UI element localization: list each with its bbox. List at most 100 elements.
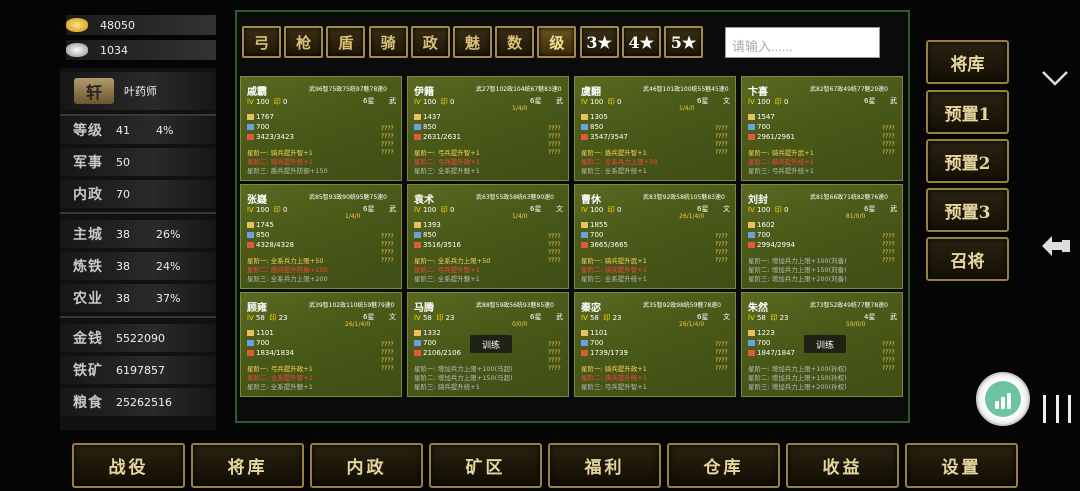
filter-tab[interactable]: 4★	[621, 26, 661, 58]
stat-value: 50	[116, 155, 130, 169]
general-card[interactable]: 马腾 武88智59政56统93魅85速0 lV 58 印 23 6星 武 0/0/0 133…	[407, 292, 569, 397]
general-card[interactable]: 刘封 武81智66政71统82魅76速0 lV 100 印 0 6星 武 81/0/0 16…	[741, 184, 903, 289]
bottom-nav-button[interactable]: 设置	[905, 443, 1018, 488]
skill-line: 星阶二: 增加兵力上限+150(刘备)	[748, 266, 847, 274]
general-card[interactable]: 袁术 武63智55政58统63魅90速0 lV 100 印 0 6星 文 1/4/0 139…	[407, 184, 569, 289]
general-card[interactable]: 虞翻 武46智101政100统55魅45速0 lV 100 印 0 6星 文 1/4/0 1…	[574, 76, 736, 181]
star-rank: 6星	[530, 205, 542, 213]
shield-icon	[748, 124, 755, 130]
bottom-nav-button[interactable]: 矿区	[429, 443, 542, 488]
general-card[interactable]: 卞喜 武82智67政49统77魅29速0 lV 100 印 0 6星 武 1547 700 2…	[741, 76, 903, 181]
filter-tab[interactable]: 弓	[242, 26, 281, 58]
general-card[interactable]: 顾雍 武39智102政110统59魅79速0 lV 58 印 23 6星文 26/1/4…	[240, 292, 402, 397]
filter-tab[interactable]: 5★	[664, 26, 703, 58]
troop-value: 1847/1847	[757, 349, 795, 357]
side-menu-button[interactable]: 召将	[926, 237, 1009, 281]
stat-row: 金钱 5522090	[60, 324, 216, 352]
bottom-nav-button[interactable]: 战役	[72, 443, 185, 488]
filter-tab[interactable]: 骑	[368, 26, 408, 58]
unknown-value: ????	[715, 233, 728, 240]
chevron-down-icon[interactable]	[1040, 68, 1070, 88]
sword-icon	[247, 330, 254, 336]
sword-icon	[414, 330, 421, 336]
sword-icon	[581, 330, 588, 336]
divider	[60, 316, 216, 318]
side-menu-button[interactable]: 预置3	[926, 188, 1009, 232]
signal-float-icon[interactable]	[976, 372, 1030, 426]
unknown-value: ????	[715, 141, 728, 148]
unknown-values: ????????????????	[548, 233, 561, 265]
unknown-value: ????	[548, 341, 561, 348]
unknown-value: ????	[381, 257, 394, 264]
defense-value: 700	[757, 339, 771, 347]
bottom-nav-button[interactable]: 仓库	[667, 443, 780, 488]
train-button[interactable]: 训练	[804, 335, 846, 353]
attack-value: 1767	[256, 113, 274, 121]
unknown-value: ????	[381, 241, 394, 248]
general-card[interactable]: 曹休 武83智92政58统105魅83速0 lV 100 印 0 6星文 26/1/4/…	[574, 184, 736, 289]
level-value: 100	[756, 206, 771, 214]
skill-line: 星阶二: 弓兵提升政+1	[414, 158, 480, 166]
general-troops: 1305 850 3547/3547	[581, 112, 628, 142]
player-stats-panel: 轩 叶药师 等级 41 4% 军事 50 内政 70 主城 38 26% 炼铁 38 24% 农业 38 37…	[60, 68, 216, 430]
filter-tab[interactable]: 魅	[453, 26, 492, 58]
general-card[interactable]: 秦宓 武35智92政98统59魅78速0 lV 58 印 23 6星文 26/1/4/0…	[574, 292, 736, 397]
skill-line: 星阶一: 骑兵提升武+1	[581, 257, 647, 265]
push-hand-icon[interactable]	[1040, 230, 1072, 262]
level-value: 58	[255, 314, 265, 322]
stat-percent: 37%	[156, 291, 181, 305]
search-input[interactable]: 请输入......	[725, 27, 880, 58]
general-name: 张嶷	[247, 195, 267, 206]
filter-tab[interactable]: 盾	[326, 26, 366, 58]
star-skills: 星阶一: 骑兵提升政+1 星阶二: 骑兵提升统+1 星阶三: 弓兵提升智+1	[581, 365, 647, 392]
filter-tab[interactable]: 政	[410, 26, 450, 58]
general-card[interactable]: 张嶷 武85智93政90统95魅75速0 lV 100 印 0 6星 武 1/4/0 174…	[240, 184, 402, 289]
bottom-nav-button[interactable]: 将库	[191, 443, 304, 488]
troop-value: 3547/3547	[590, 133, 628, 141]
filter-tab[interactable]: 级	[537, 26, 577, 58]
train-button[interactable]: 训练	[470, 335, 512, 353]
skill-line: 星阶三: 全系兵力上限+200	[247, 275, 328, 283]
player-avatar[interactable]: 轩	[74, 78, 114, 104]
general-progress: 59/0/0	[846, 321, 866, 328]
unknown-value: ????	[882, 341, 895, 348]
filter-tab[interactable]: 数	[495, 26, 535, 58]
general-card[interactable]: 朱然 武73智52政49统77魅78速0 lV 58 印 23 4星 武 59/0/0 12…	[741, 292, 903, 397]
level-value: 58	[756, 314, 766, 322]
general-name: 马腾	[414, 303, 434, 314]
silver-resource: 1034	[66, 40, 216, 60]
side-menu-button[interactable]: 预置1	[926, 90, 1009, 134]
filter-tab[interactable]: 3★	[579, 26, 619, 58]
troop-value: 3516/3516	[423, 241, 461, 249]
general-type: 武	[556, 313, 563, 321]
troop-icon	[247, 350, 254, 356]
unknown-value: ????	[381, 149, 394, 156]
general-name: 虞翻	[581, 87, 601, 98]
bottom-nav-button[interactable]: 福利	[548, 443, 661, 488]
shield-icon	[247, 124, 254, 130]
general-card[interactable]: 伊籍 武27智102政104统67魅83速0 lV 100 印 0 6星 武 1/4/0 1…	[407, 76, 569, 181]
shield-icon	[414, 340, 421, 346]
general-attributes: 武85智93政90统95魅75速0	[309, 194, 387, 201]
unknown-value: ????	[882, 141, 895, 148]
general-attributes: 武27智102政104统67魅83速0	[476, 86, 562, 93]
bottom-nav-button[interactable]: 内政	[310, 443, 423, 488]
unknown-value: ????	[882, 233, 895, 240]
general-attributes: 武88智59政56统93魅85速0	[476, 302, 554, 309]
filter-tab[interactable]: 枪	[284, 26, 324, 58]
star-rank: 6星	[530, 97, 542, 105]
side-menu-button[interactable]: 将库	[926, 40, 1009, 84]
side-menu-button[interactable]: 预置2	[926, 139, 1009, 183]
level-value: 100	[422, 98, 437, 106]
recents-icon[interactable]	[1043, 395, 1071, 423]
general-troops: 1437 850 2631/2631	[414, 112, 461, 142]
unknown-value: ????	[882, 149, 895, 156]
unknown-value: ????	[381, 357, 394, 364]
skill-line: 星阶一: 增加兵力上限+100(马超)	[414, 365, 513, 373]
general-level: lV 58 印 23	[247, 314, 288, 322]
stat-row: 铁矿 6197857	[60, 356, 216, 384]
bottom-nav-button[interactable]: 收益	[786, 443, 899, 488]
player-profile[interactable]: 轩 叶药师	[60, 72, 216, 110]
stat-label: 内政	[73, 187, 103, 203]
general-card[interactable]: 戚霸 武96智75政75统97魅78速0 lV 100 印 0 6星 武 1767 700 3…	[240, 76, 402, 181]
